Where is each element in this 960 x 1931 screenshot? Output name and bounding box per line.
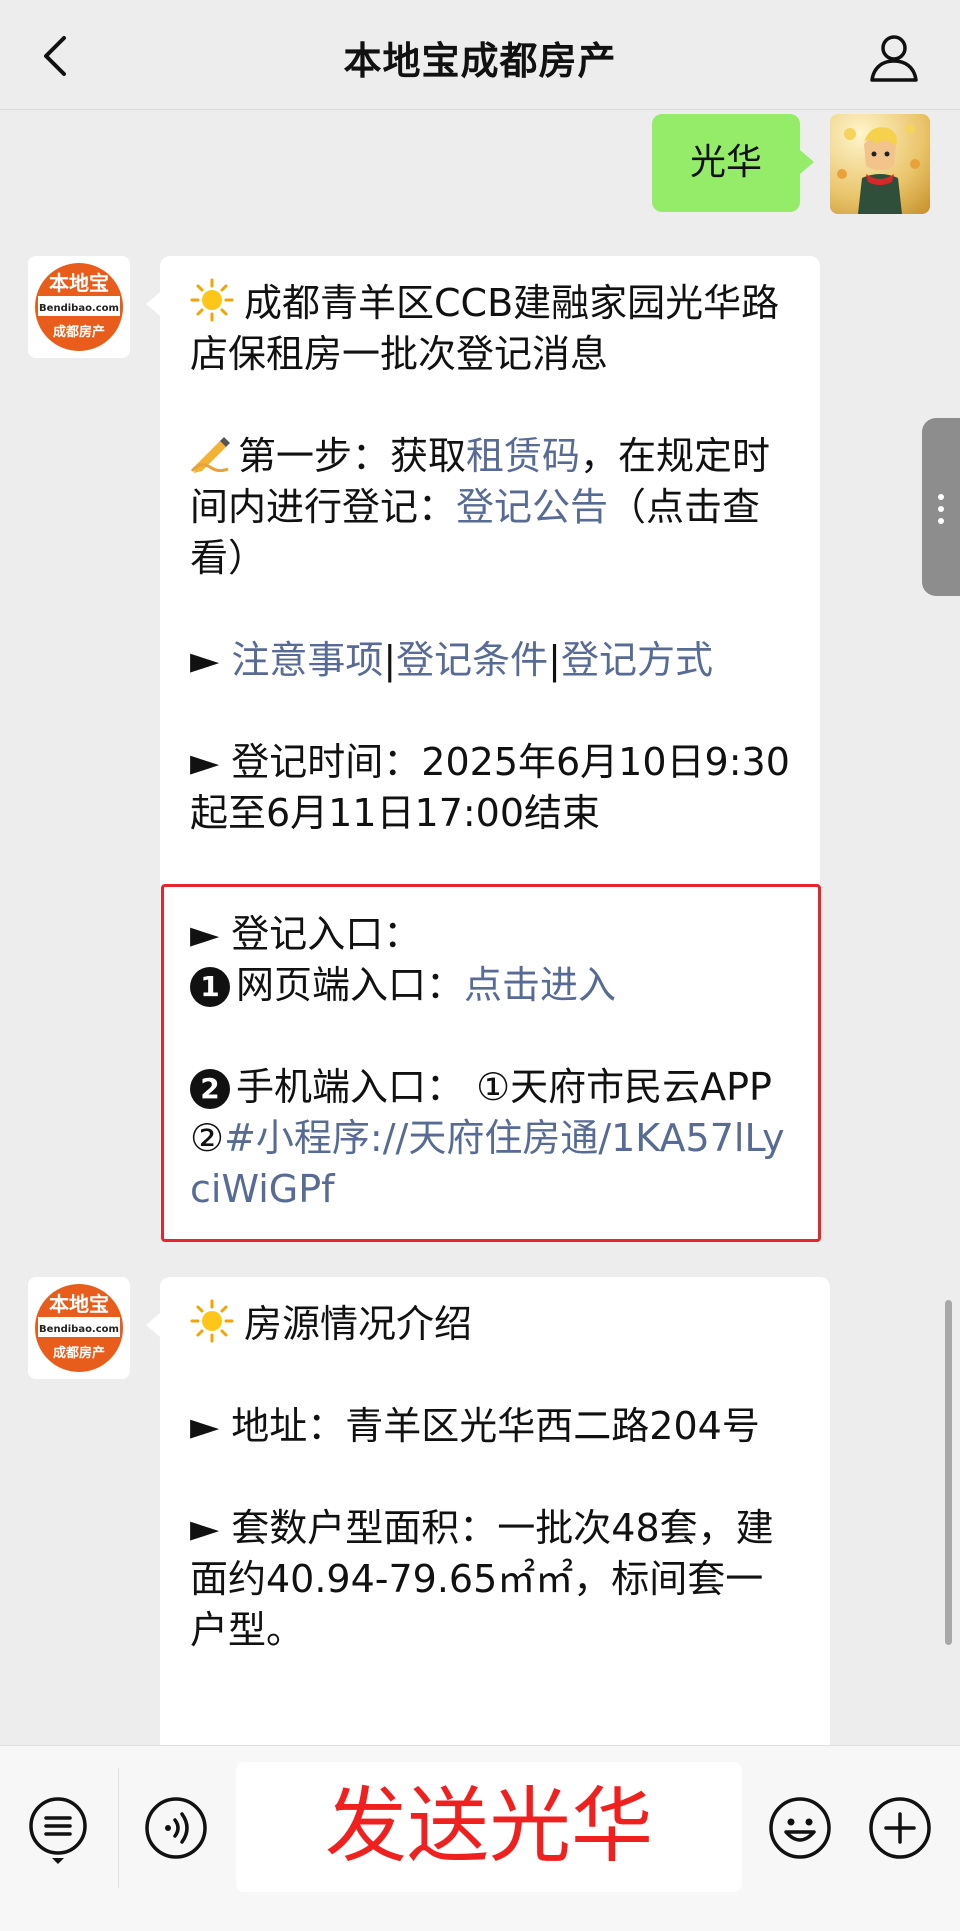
- top-navigation-bar: 本地宝成都房产: [0, 0, 960, 110]
- svg-text:本地宝: 本地宝: [49, 271, 109, 295]
- rental-code-link[interactable]: 租赁码: [466, 434, 580, 478]
- person-icon: [870, 35, 918, 82]
- user-avatar[interactable]: [830, 114, 930, 214]
- message-title: 成都青羊区CCB建融家园光华路店保租房一批次登记消息: [190, 278, 790, 380]
- housing-address: ► 地址：青羊区光华西二路204号: [190, 1404, 760, 1448]
- list-icon: [29, 1797, 87, 1864]
- more-button[interactable]: [868, 1796, 932, 1860]
- smile-icon: [769, 1797, 831, 1859]
- menu-button[interactable]: [26, 1796, 90, 1864]
- svg-text:Bendibao.com: Bendibao.com: [39, 303, 119, 314]
- plus-icon: [869, 1797, 931, 1859]
- floating-side-handle[interactable]: [922, 418, 960, 596]
- registration-notice-link[interactable]: 登记公告: [456, 485, 608, 529]
- housing-title: 房源情况介绍: [190, 1299, 800, 1350]
- message-bubble-housing-info: 房源情况介绍 ► 地址：青羊区光华西二路204号 ► 套数户型面积：一批次48套…: [146, 1277, 830, 1747]
- message-input[interactable]: 发送光华: [236, 1762, 742, 1892]
- sent-message-bubble[interactable]: 光华: [651, 114, 815, 212]
- highlight-box: [161, 884, 821, 1242]
- svg-text:本地宝: 本地宝: [49, 1292, 109, 1316]
- emoji-button[interactable]: [768, 1796, 832, 1860]
- official-account-avatar[interactable]: 本地宝 Bendibao.com 成都房产: [28, 1277, 130, 1379]
- svg-text:成都房产: 成都房产: [53, 1345, 105, 1361]
- notes-link[interactable]: 注意事项: [231, 638, 383, 682]
- method-link[interactable]: 登记方式: [561, 638, 713, 682]
- info-links-row: ► 注意事项|登记条件|登记方式: [190, 638, 713, 682]
- conditions-link[interactable]: 登记条件: [396, 638, 548, 682]
- official-account-avatar[interactable]: 本地宝 Bendibao.com 成都房产: [28, 256, 130, 358]
- voice-icon: [145, 1797, 207, 1859]
- chat-title: 本地宝成都房产: [343, 39, 617, 83]
- sun-icon: [190, 1299, 234, 1343]
- step-one-text: 第一步：获取租赁码，在规定时间内进行登记：登记公告（点击查看）: [190, 431, 790, 584]
- voice-button[interactable]: [144, 1796, 208, 1860]
- registration-time: ► 登记时间：2025年6月10日9:30起至6月11日17:00结束: [190, 740, 790, 835]
- housing-units: ► 套数户型面积：一批次48套，建面约40.94-79.65㎡㎡，标间套一户型。: [190, 1506, 774, 1652]
- svg-text:成都房产: 成都房产: [53, 324, 105, 340]
- svg-text:Bendibao.com: Bendibao.com: [39, 1324, 119, 1335]
- bottom-input-bar: 发送光华: [0, 1745, 960, 1931]
- scrollbar[interactable]: [945, 1300, 952, 1645]
- sun-icon: [190, 278, 234, 322]
- divider: [118, 1768, 119, 1888]
- writing-hand-icon: [190, 437, 230, 473]
- profile-button[interactable]: [866, 30, 922, 86]
